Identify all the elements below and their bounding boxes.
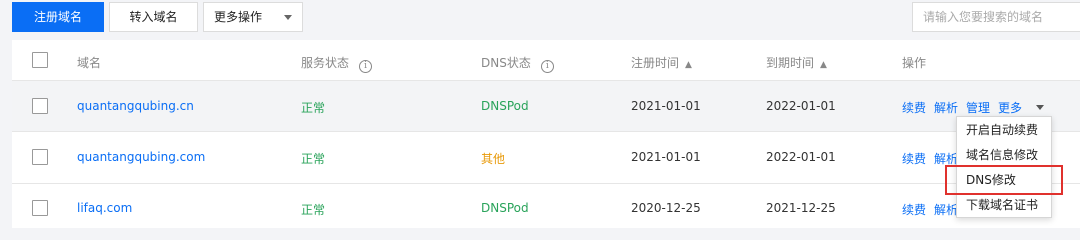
menu-item-auto-renew[interactable]: 开启自动续费 xyxy=(966,121,1038,138)
row-checkbox[interactable] xyxy=(32,149,48,165)
dns-status: 其他 xyxy=(481,152,506,166)
domain-link[interactable]: quantangqubing.com xyxy=(77,150,205,164)
expire-time: 2022-01-01 xyxy=(766,99,836,113)
resolve-link[interactable]: 解析 xyxy=(934,101,958,115)
service-status: 正常 xyxy=(301,203,326,217)
renew-link[interactable]: 续费 xyxy=(902,203,926,217)
expire-time: 2021-12-25 xyxy=(766,201,836,215)
service-status: 正常 xyxy=(301,101,326,115)
table-row: quantangqubing.cn 正常 DNSPod 2021-01-01 2… xyxy=(12,81,1080,132)
transfer-domain-button[interactable]: 转入域名 xyxy=(109,2,198,32)
manage-link[interactable]: 管理 xyxy=(966,101,990,115)
dns-status: DNSPod xyxy=(481,99,529,113)
renew-link[interactable]: 续费 xyxy=(902,101,926,115)
reg-time: 2020-12-25 xyxy=(631,201,701,215)
more-operations-label: 更多操作 xyxy=(214,10,263,24)
reg-time: 2021-01-01 xyxy=(631,150,701,164)
more-operations-dropdown[interactable]: 更多操作 xyxy=(203,2,303,32)
domain-table: 域名 服务状态 i DNS状态 i 注册时间 ▲︎ 到期时间 ▲︎ 操作 quantan… xyxy=(12,40,1080,228)
header-reg-time[interactable]: 注册时间 ▲︎ xyxy=(631,54,692,71)
expire-time: 2022-01-01 xyxy=(766,150,836,164)
domain-link[interactable]: lifaq.com xyxy=(77,201,132,215)
more-actions-toggle[interactable]: 更多 xyxy=(998,101,1023,117)
resolve-link[interactable]: 解析 xyxy=(934,203,958,217)
search-input[interactable]: 请输入您要搜索的域名 xyxy=(912,2,1080,32)
table-row: quantangqubing.com 正常 其他 2021-01-01 2022… xyxy=(12,132,1080,184)
header-domain: 域名 xyxy=(77,56,102,70)
sort-icon[interactable]: ▲︎ xyxy=(685,60,692,70)
chevron-down-icon xyxy=(284,15,292,20)
row-checkbox[interactable] xyxy=(32,200,48,216)
header-dns-status: DNS状态 i xyxy=(481,54,554,73)
resolve-link[interactable]: 解析 xyxy=(934,152,958,166)
domain-link[interactable]: quantangqubing.cn xyxy=(77,99,194,113)
register-domain-button[interactable]: 注册域名 xyxy=(12,2,104,32)
sort-icon[interactable]: ▲︎ xyxy=(820,60,827,70)
highlight-box xyxy=(945,165,1063,195)
renew-link[interactable]: 续费 xyxy=(902,152,926,166)
header-expire-time[interactable]: 到期时间 ▲︎ xyxy=(766,54,827,71)
menu-item-modify-info[interactable]: 域名信息修改 xyxy=(966,146,1038,163)
row-actions: 续费 解析 管理 更多 xyxy=(902,99,1052,117)
header-service-status: 服务状态 i xyxy=(301,54,373,73)
chevron-down-icon[interactable] xyxy=(1036,105,1045,110)
service-status: 正常 xyxy=(301,152,326,166)
table-header: 域名 服务状态 i DNS状态 i 注册时间 ▲︎ 到期时间 ▲︎ 操作 xyxy=(12,40,1080,81)
select-all-checkbox[interactable] xyxy=(32,52,48,68)
header-actions: 操作 xyxy=(902,56,927,70)
menu-item-download-cert[interactable]: 下载域名证书 xyxy=(966,196,1038,213)
table-row: lifaq.com 正常 DNSPod 2020-12-25 2021-12-2… xyxy=(12,184,1080,228)
info-icon[interactable]: i xyxy=(359,60,373,73)
dns-status: DNSPod xyxy=(481,201,529,215)
row-checkbox[interactable] xyxy=(32,98,48,114)
reg-time: 2021-01-01 xyxy=(631,99,701,113)
info-icon[interactable]: i xyxy=(540,60,554,73)
